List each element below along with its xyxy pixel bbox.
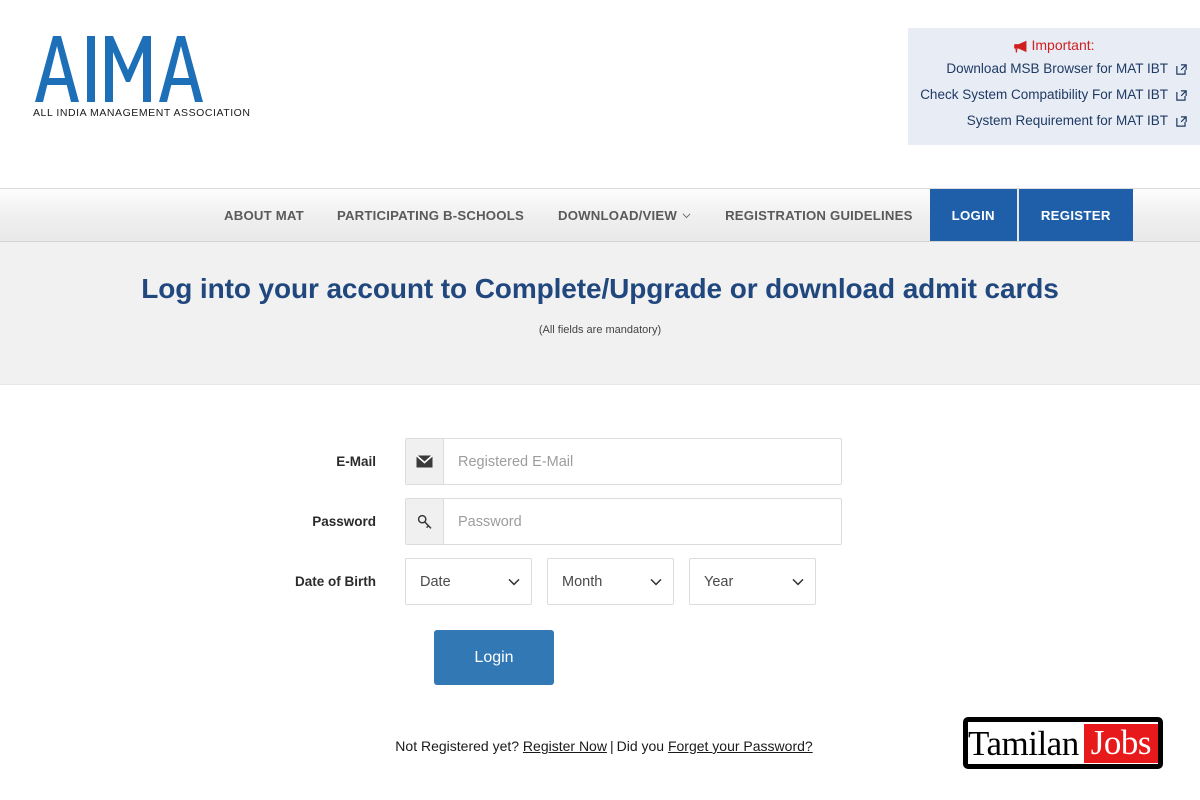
email-input[interactable]	[444, 439, 841, 484]
dob-month-select[interactable]: Month	[547, 558, 674, 605]
logo-subtitle: ALL INDIA MANAGEMENT ASSOCIATION	[33, 107, 251, 119]
password-icon-addon	[406, 499, 444, 544]
notice-link-system-compatibility[interactable]: Check System Compatibility For MAT IBT	[920, 82, 1188, 108]
external-link-icon	[1176, 64, 1187, 76]
notice-link-label: System Requirement for MAT IBT	[966, 112, 1168, 128]
notice-title: Important:	[920, 37, 1188, 53]
watermark-primary-text: Tamilan	[968, 723, 1079, 763]
submit-row: Login	[0, 630, 1200, 685]
email-row: E-Mail	[0, 438, 1200, 485]
nav-item-about-mat[interactable]: ABOUT MAT	[208, 189, 320, 241]
hero-section: Log into your account to Complete/Upgrad…	[0, 242, 1200, 385]
notice-link-label: Check System Compatibility For MAT IBT	[920, 86, 1168, 102]
email-label: E-Mail	[336, 454, 376, 469]
dob-month-wrap: Month	[547, 558, 674, 605]
site-header: ALL INDIA MANAGEMENT ASSOCIATION Importa…	[0, 0, 1200, 188]
password-input-group	[405, 498, 842, 545]
main-navigation: ABOUT MAT PARTICIPATING B-SCHOOLS DOWNLO…	[0, 188, 1200, 242]
footer-separator: |	[609, 738, 614, 754]
envelope-icon	[416, 455, 433, 468]
nav-button-label: REGISTER	[1040, 207, 1111, 223]
nav-item-label: PARTICIPATING B-SCHOOLS	[336, 207, 524, 223]
dob-date-wrap: Date	[405, 558, 532, 605]
nav-button-register[interactable]: REGISTER	[1016, 189, 1133, 241]
dob-year-select[interactable]: Year	[689, 558, 816, 605]
nav-item-download-view[interactable]: DOWNLOAD/VIEW	[541, 189, 708, 241]
key-icon	[417, 514, 432, 529]
chevron-down-icon	[682, 213, 691, 219]
notice-link-label: Download MSB Browser for MAT IBT	[946, 61, 1168, 76]
date-of-birth-label: Date of Birth	[295, 574, 376, 589]
notice-title-text: Important:	[1031, 37, 1095, 53]
nav-item-label: DOWNLOAD/VIEW	[557, 207, 678, 223]
external-link-icon	[1176, 90, 1187, 102]
date-of-birth-group: Date Month Year	[405, 558, 816, 605]
nav-button-login[interactable]: LOGIN	[929, 189, 1017, 241]
site-logo[interactable]: ALL INDIA MANAGEMENT ASSOCIATION	[33, 32, 251, 119]
page-title: Log into your account to Complete/Upgrad…	[141, 273, 1059, 304]
aima-logo-icon	[35, 36, 203, 102]
megaphone-icon	[1014, 40, 1027, 52]
forgot-password-link[interactable]: Forget your Password?	[668, 738, 813, 754]
email-icon-addon	[406, 439, 444, 484]
login-form: E-Mail Password Date of B	[0, 385, 1200, 754]
watermark-accent-text: Jobs	[1083, 723, 1158, 763]
nav-item-label: REGISTRATION GUIDELINES	[725, 207, 913, 223]
notice-link-system-requirement[interactable]: System Requirement for MAT IBT	[920, 108, 1188, 134]
nav-button-label: LOGIN	[951, 207, 995, 223]
notice-link-msb-browser[interactable]: Download MSB Browser for MAT IBT	[920, 56, 1188, 82]
nav-item-participating-b-schools[interactable]: PARTICIPATING B-SCHOOLS	[320, 189, 541, 241]
login-button[interactable]: Login	[434, 630, 554, 685]
dob-year-wrap: Year	[689, 558, 816, 605]
nav-item-registration-guidelines[interactable]: REGISTRATION GUIDELINES	[708, 189, 930, 241]
did-you-text: Did you	[616, 738, 665, 754]
not-registered-text: Not Registered yet?	[395, 738, 520, 754]
nav-item-label: ABOUT MAT	[224, 207, 304, 223]
dob-date-select[interactable]: Date	[405, 558, 532, 605]
register-now-link[interactable]: Register Now	[523, 738, 607, 754]
page-subtitle: (All fields are mandatory)	[538, 324, 662, 336]
tamilan-jobs-watermark: Tamilan Jobs	[963, 717, 1163, 769]
email-input-group	[405, 438, 842, 485]
submit-spacer	[0, 630, 405, 685]
important-notice-box: Important: Download MSB Browser for MAT …	[908, 28, 1200, 145]
external-link-icon	[1176, 116, 1187, 128]
date-of-birth-row: Date of Birth Date Month Year	[0, 558, 1200, 605]
password-row: Password	[0, 498, 1200, 545]
password-label: Password	[312, 514, 376, 529]
password-input[interactable]	[444, 499, 841, 544]
